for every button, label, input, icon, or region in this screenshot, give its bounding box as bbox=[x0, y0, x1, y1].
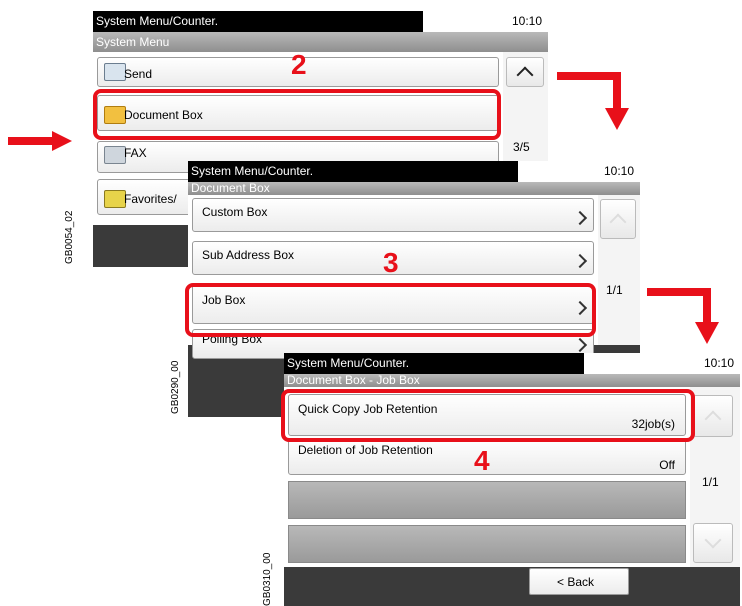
clock-text: 10:10 bbox=[703, 356, 734, 370]
setting-value: Off bbox=[659, 458, 675, 472]
page-indicator: 3/5 bbox=[513, 140, 530, 154]
screen-subtitle: Document Box bbox=[188, 182, 640, 195]
title-bar: System Menu/Counter. 10:10 bbox=[188, 161, 640, 182]
step-number: 2 bbox=[291, 49, 307, 80]
clock-text: 10:10 bbox=[603, 164, 634, 178]
page-indicator: 1/1 bbox=[702, 475, 719, 489]
title-text: System Menu/Counter. bbox=[284, 353, 584, 374]
menu-item-label: Sub Address Box bbox=[202, 248, 295, 262]
title-bar: System Menu/Counter. 10:10 bbox=[284, 353, 740, 374]
highlight-frame bbox=[185, 283, 596, 337]
highlight-frame bbox=[281, 389, 695, 442]
chevron-right-icon bbox=[572, 337, 588, 353]
scroll-up-button[interactable] bbox=[506, 57, 544, 87]
empty-row bbox=[288, 481, 686, 519]
pointer-arrow-icon bbox=[8, 131, 72, 151]
scroll-down-button[interactable] bbox=[693, 523, 733, 563]
title-text: System Menu/Counter. bbox=[93, 11, 423, 32]
fax-icon bbox=[104, 146, 126, 164]
back-button[interactable]: < Back bbox=[529, 568, 629, 595]
scroll-up-button[interactable] bbox=[693, 395, 733, 437]
scroll-up-button[interactable] bbox=[600, 199, 636, 239]
screen-subtitle: System Menu bbox=[93, 32, 548, 52]
chevron-right-icon bbox=[572, 210, 588, 226]
favorites-icon bbox=[104, 190, 126, 208]
menu-item-label: Favorites/ bbox=[124, 192, 177, 206]
image-code: GB0310_00 bbox=[262, 552, 273, 606]
step-number: 4 bbox=[474, 445, 490, 476]
image-code: GB0054_02 bbox=[64, 210, 75, 264]
menu-item-label: FAX bbox=[124, 146, 147, 160]
empty-row bbox=[288, 525, 686, 563]
step-number: 3 bbox=[383, 247, 399, 278]
page-indicator: 1/1 bbox=[606, 283, 623, 297]
title-text: System Menu/Counter. bbox=[188, 161, 518, 182]
image-code: GB0290_00 bbox=[170, 360, 181, 414]
send-icon bbox=[104, 63, 126, 81]
menu-item-label: Deletion of Job Retention bbox=[298, 443, 433, 457]
back-button-label: < Back bbox=[557, 575, 595, 589]
menu-item-label: Custom Box bbox=[202, 205, 268, 219]
menu-item-label: Send bbox=[124, 67, 153, 81]
chevron-right-icon bbox=[572, 253, 588, 269]
title-bar: System Menu/Counter. 10:10 bbox=[93, 11, 548, 32]
flow-arrow-icon bbox=[557, 68, 633, 132]
screen-subtitle: Document Box - Job Box bbox=[284, 374, 740, 387]
clock-text: 10:10 bbox=[511, 14, 542, 28]
flow-arrow-icon bbox=[647, 284, 723, 346]
highlight-frame bbox=[93, 89, 501, 140]
menu-item-custom-box[interactable]: Custom Box bbox=[192, 198, 594, 232]
